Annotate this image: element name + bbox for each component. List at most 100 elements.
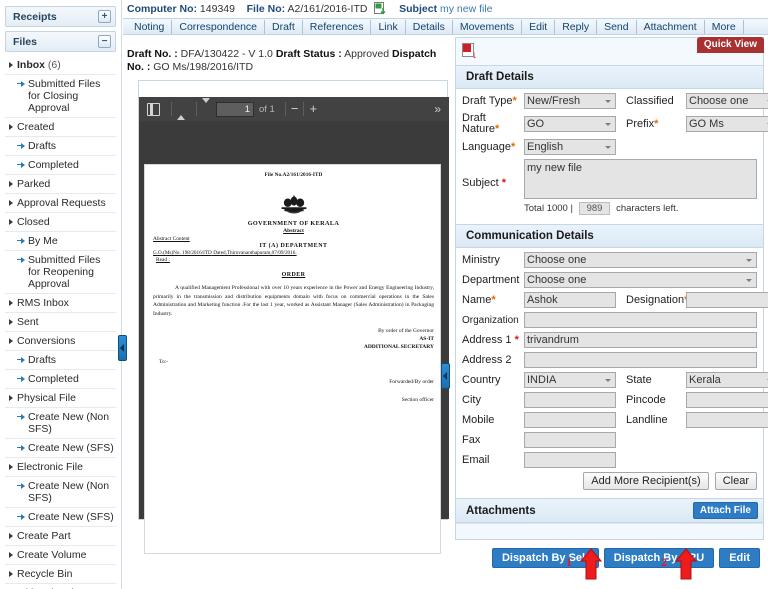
sidebar-item-create-new-non-sfs[interactable]: Create New (Non SFS) [5, 408, 116, 439]
sidebar-item-rms-inbox[interactable]: RMS Inbox [5, 294, 116, 313]
sidebar-item-inbox[interactable]: Inbox (6) [5, 56, 116, 75]
sidebar-item-submitted-files-for-reopening-approval[interactable]: Submitted Files for Reopening Approval [5, 251, 116, 294]
chevron-right-icon [9, 181, 13, 187]
sidebar-item-by-me[interactable]: By Me [5, 232, 116, 251]
sidebar-item-create-new-sfs[interactable]: Create New (SFS) [5, 439, 116, 458]
form-row-email: Email [462, 452, 757, 468]
sidebar-item-conversions[interactable]: Conversions [5, 332, 116, 351]
pincode-input[interactable] [686, 392, 768, 408]
sidebar-item-approval-requests[interactable]: Approval Requests [5, 194, 116, 213]
pdf-sidebar-toggle-icon[interactable] [147, 102, 160, 116]
subject-field-label: Subject * [462, 159, 524, 189]
sub-arrow-icon [17, 255, 26, 264]
sidebar-section-files[interactable]: Files − [5, 31, 116, 52]
quick-view-button[interactable]: Quick View [696, 37, 764, 53]
designation-input[interactable] [686, 292, 768, 308]
sidebar-item-create-new-non-sfs[interactable]: Create New (Non SFS) [5, 477, 116, 508]
name-input[interactable] [524, 292, 616, 308]
fax-input[interactable] [524, 432, 616, 448]
pdf-more-tools-icon[interactable]: » [434, 102, 441, 116]
expand-plus-icon[interactable]: + [98, 10, 111, 23]
tab-correspondence[interactable]: Correspondence [172, 19, 265, 34]
edit-button[interactable]: Edit [719, 548, 760, 568]
collapse-minus-icon[interactable]: − [98, 35, 111, 48]
landline-input[interactable] [686, 412, 768, 428]
sidebar-section-files-label: Files [13, 35, 37, 48]
page-down-icon[interactable] [202, 98, 210, 115]
ministry-select[interactable]: Choose one [524, 252, 757, 268]
dispatch-by-cru-button[interactable]: Dispatch By CRU [603, 548, 715, 568]
required-asterisk: * [514, 334, 519, 346]
zoom-out-icon[interactable]: − [291, 102, 299, 115]
tab-edit[interactable]: Edit [522, 19, 556, 34]
toolbar-divider [284, 102, 286, 116]
subject-textarea[interactable]: my new file [524, 159, 757, 199]
mobile-input[interactable] [524, 412, 616, 428]
sidebar-collapse-handle[interactable] [118, 335, 127, 361]
classified-select-wrap: Choose one [686, 93, 768, 109]
pdf-download-mini-icon[interactable] [374, 2, 386, 15]
state-select[interactable]: Kerala [686, 372, 768, 388]
classified-select[interactable]: Choose one [686, 93, 768, 109]
tab-more[interactable]: More [705, 19, 744, 34]
sidebar-item-label: Completed [28, 373, 79, 385]
zoom-in-icon[interactable]: + [309, 102, 317, 115]
prefix-select[interactable]: GO Ms [686, 116, 768, 132]
sub-arrow-icon [17, 443, 26, 452]
sub-arrow-icon [17, 79, 26, 88]
tab-attachment[interactable]: Attachment [637, 19, 705, 34]
draft-details-heading: Draft Details [456, 66, 763, 89]
center-panel-collapse-handle[interactable] [441, 363, 450, 389]
sidebar-item-parked[interactable]: Parked [5, 175, 116, 194]
address1-input[interactable] [524, 332, 757, 348]
sidebar-item-drafts[interactable]: Drafts [5, 137, 116, 156]
sidebar-item-create-part[interactable]: Create Part [5, 527, 116, 546]
sidebar-item-physical-file[interactable]: Physical File [5, 389, 116, 408]
sidebar-item-label: By Me [28, 235, 58, 247]
add-more-recipients-button[interactable]: Add More Recipient(s) [583, 472, 709, 490]
computer-no-label: Computer No: [127, 3, 197, 15]
city-input[interactable] [524, 392, 616, 408]
sidebar-item-completed[interactable]: Completed [5, 156, 116, 175]
draft-type-select[interactable]: New/Fresh [524, 93, 616, 109]
tab-details[interactable]: Details [406, 19, 453, 34]
clear-button[interactable]: Clear [714, 472, 757, 490]
sidebar-item-create-new-sfs[interactable]: Create New (SFS) [5, 508, 116, 527]
sidebar-item-drafts[interactable]: Drafts [5, 351, 116, 370]
sidebar-item-submitted-files-for-closing-approval[interactable]: Submitted Files for Closing Approval [5, 75, 116, 118]
page-up-icon[interactable] [177, 103, 185, 120]
sidebar-item-electronic-file[interactable]: Electronic File [5, 458, 116, 477]
sidebar-item-recycle-bin[interactable]: Recycle Bin [5, 565, 116, 584]
toolbar-divider [171, 102, 172, 116]
right-form-panel: ↓ Draft Details Draft Type* New/Fresh Cl… [455, 37, 768, 568]
tab-send[interactable]: Send [597, 19, 637, 34]
tab-references[interactable]: References [303, 19, 372, 34]
tab-link[interactable]: Link [371, 19, 406, 34]
sidebar-item-create-volume[interactable]: Create Volume [5, 546, 116, 565]
tab-noting[interactable]: Noting [127, 19, 173, 34]
sidebar-item-initiated-action[interactable]: Initiated Action [5, 584, 116, 589]
doc-by-order: By order of the Governor [378, 328, 434, 334]
pdf-download-icon[interactable]: ↓ [462, 43, 477, 61]
tab-draft[interactable]: Draft [265, 19, 303, 34]
language-select[interactable]: English [524, 139, 616, 155]
draft-nature-select[interactable]: GO [524, 116, 616, 132]
sidebar-section-receipts[interactable]: Receipts + [5, 6, 116, 27]
sidebar-item-created[interactable]: Created [5, 118, 116, 137]
tab-reply[interactable]: Reply [555, 19, 598, 34]
department-select[interactable]: Choose one [524, 272, 757, 288]
attach-file-button[interactable]: Attach File [692, 502, 758, 519]
draft-nature-select-wrap: GO [524, 116, 616, 132]
email-input[interactable] [524, 452, 616, 468]
sidebar-item-sent[interactable]: Sent [5, 313, 116, 332]
address2-input[interactable] [524, 352, 757, 368]
tab-movements[interactable]: Movements [453, 19, 523, 34]
file-header-bar: Computer No: 149349 File No: A2/161/2016… [123, 0, 768, 17]
pdf-page-input[interactable]: 1 [216, 101, 254, 117]
organization-input[interactable] [524, 312, 757, 328]
sidebar-item-label: Created [17, 121, 55, 133]
sidebar-item-closed[interactable]: Closed [5, 213, 116, 232]
sidebar-item-completed[interactable]: Completed [5, 370, 116, 389]
annotation-number-2: 2 [661, 555, 667, 569]
country-select[interactable]: INDIA [524, 372, 616, 388]
